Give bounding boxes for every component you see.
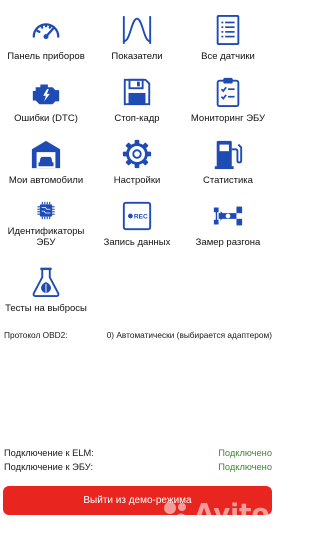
tile-settings[interactable]: Настройки [91,124,183,186]
tile-label: Замер разгона [195,237,261,248]
elm-connection-status: Подключено [218,448,272,458]
gear-icon [122,139,152,169]
tile-errors-dtc[interactable]: Ошибки (DTC) [0,62,92,124]
tile-label: Ошибки (DTC) [14,113,78,124]
avito-watermark-text: Avito [194,499,270,529]
tile-statistics[interactable]: Статистика [182,124,274,186]
tile-indicators[interactable]: Показатели [91,0,183,62]
floppy-disk-icon [123,78,151,106]
tile-label: Мониторинг ЭБУ [190,113,266,124]
race-car-icon [213,206,243,226]
flask-leaf-icon [32,267,60,298]
protocol-label: Протокол OBD2: [4,330,68,340]
tile-label: Все датчики [201,51,255,62]
fuel-pump-icon [214,140,243,170]
tile-label: Панель приборов [7,51,85,62]
tile-acceleration[interactable]: Замер разгона [182,186,274,248]
ecu-connection-label: Подключение к ЭБУ: [4,462,94,472]
rec-text: REC [134,213,148,220]
tile-label: Статистика [203,175,253,186]
obd2-protocol-row[interactable]: Протокол OBD2: 0) Автоматически (выбирае… [4,330,272,340]
clipboard-check-icon [216,77,240,108]
elm-connection-row: Подключение к ELM: Подключено [4,448,272,458]
ecu-connection-status: Подключено [218,462,272,472]
garage-icon [31,140,61,169]
speedometer-icon [32,23,60,40]
engine-icon [32,84,60,105]
tile-label: Настройки [113,175,161,186]
tile-ecu-monitoring[interactable]: Мониторинг ЭБУ [182,62,274,124]
tile-ecu-ids[interactable]: Идентификаторы ЭБУ [0,186,92,248]
ecu-connection-row: Подключение к ЭБУ: Подключено [4,462,272,472]
tile-my-cars[interactable]: Мои автомобили [0,124,92,186]
tile-freeze-frame[interactable]: Стоп-кадр [91,62,183,124]
tile-emission-tests[interactable]: Тесты на выбросы [0,252,92,314]
tile-label: Запись данных [103,237,171,248]
avito-logo-icon [164,502,188,527]
tile-dashboard[interactable]: Панель приборов [0,0,92,62]
tile-label: Показатели [111,51,163,62]
protocol-value[interactable]: 0) Автоматически (выбирается адаптером) [107,330,272,340]
tile-label: Стоп-кадр [114,113,160,124]
tile-data-recording[interactable]: REC Запись данных [91,186,183,248]
list-icon [216,14,240,46]
rec-icon: REC [122,201,152,231]
elm-connection-label: Подключение к ELM: [4,448,94,458]
avito-watermark: Avito [160,496,270,532]
tile-label: Идентификаторы ЭБУ [7,226,85,248]
tile-all-sensors[interactable]: Все датчики [182,0,274,62]
waveform-icon [122,15,152,45]
tile-label: Тесты на выбросы [5,303,87,314]
tile-label: Мои автомобили [8,175,84,186]
chip-icon [37,201,55,220]
